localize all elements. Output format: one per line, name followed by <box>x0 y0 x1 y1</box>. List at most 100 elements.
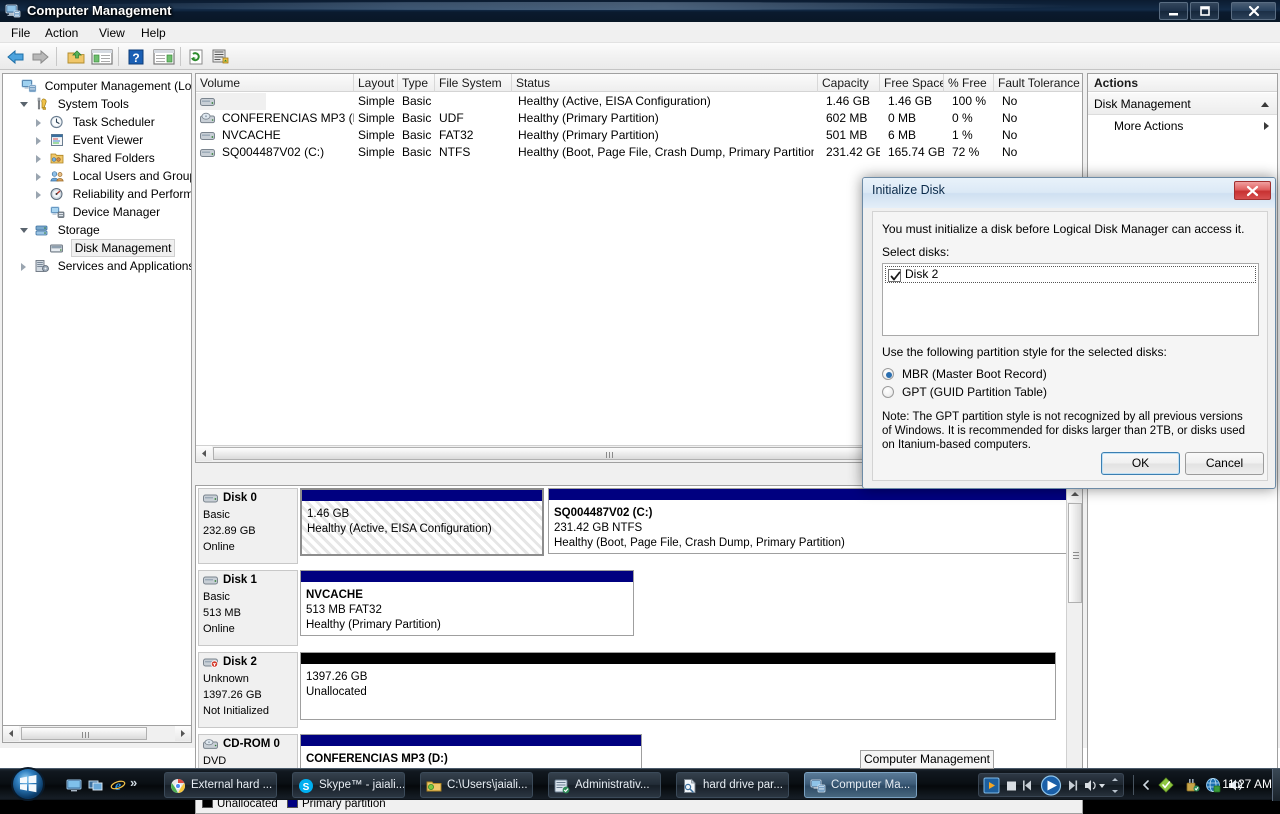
quick-launch-overflow-icon[interactable]: » <box>130 775 137 790</box>
cancel-button[interactable]: Cancel <box>1185 452 1264 475</box>
disk-row-disk0[interactable]: Disk 0 Basic 232.89 GB Online 1.46 GB He… <box>196 486 1082 568</box>
disk-view-vertical-scrollbar[interactable] <box>1066 486 1082 791</box>
disk-info-disk0[interactable]: Disk 0 Basic 232.89 GB Online <box>198 488 298 564</box>
scrollbar-thumb[interactable] <box>1068 503 1082 603</box>
taskbar-button-external-hard[interactable]: External hard ... <box>164 772 277 798</box>
actions-group-disk-management[interactable]: Disk Management <box>1088 93 1277 115</box>
taskbar-button-computer-management[interactable]: Computer Ma... <box>804 772 917 798</box>
disk2-checkbox[interactable] <box>888 269 901 282</box>
tree-item-event-viewer[interactable]: Event Viewer <box>5 131 191 149</box>
export-list-icon[interactable] <box>210 47 232 67</box>
up-folder-icon[interactable] <box>65 47 87 67</box>
chevron-right-icon[interactable] <box>1264 122 1269 130</box>
tree-item-task-scheduler[interactable]: Task Scheduler <box>5 113 191 131</box>
taskbar-button-administrative[interactable]: Administrativ... <box>548 772 661 798</box>
radio-gpt-indicator[interactable] <box>882 386 894 398</box>
action-center-icon[interactable] <box>1158 777 1174 793</box>
scroll-left-button[interactable] <box>196 446 212 461</box>
twisty-open[interactable] <box>18 221 31 239</box>
disk-info-disk1[interactable]: Disk 1 Basic 513 MB Online <box>198 570 298 646</box>
column-header-volume[interactable]: Volume <box>196 74 354 92</box>
maximize-restore-button[interactable] <box>1190 2 1219 20</box>
list-item-disk2[interactable]: Disk 2 <box>885 266 1256 283</box>
disk-partitions-disk0: 1.46 GB Healthy (Active, EISA Configurat… <box>300 488 1082 560</box>
close-button[interactable] <box>1231 2 1276 20</box>
column-header-layout[interactable]: Layout <box>354 74 398 92</box>
tree-item-device-manager[interactable]: Device Manager <box>5 203 191 221</box>
column-header-freespace[interactable]: Free Space <box>880 74 944 92</box>
column-header-status[interactable]: Status <box>512 74 818 92</box>
scroll-left-button[interactable] <box>3 726 19 741</box>
show-hide-action-pane-icon[interactable] <box>152 47 175 67</box>
scroll-right-button[interactable] <box>175 726 191 741</box>
tree-item-system-tools[interactable]: System Tools <box>5 95 191 113</box>
show-desktop-icon[interactable] <box>66 777 82 793</box>
column-header-capacity[interactable]: Capacity <box>818 74 880 92</box>
twisty-closed[interactable] <box>33 131 46 149</box>
windows-media-player-toolbar[interactable] <box>978 773 1124 797</box>
menu-file[interactable]: File <box>4 25 37 41</box>
column-header-faulttolerance[interactable]: Fault Tolerance <box>994 74 1082 92</box>
tree-item-local-users-groups[interactable]: Local Users and Groups <box>5 167 191 185</box>
show-hide-console-tree-icon[interactable] <box>90 47 113 67</box>
tree-item-shared-folders[interactable]: Shared Folders <box>5 149 191 167</box>
table-row[interactable]: CONFERENCIAS MP3 (D:) Simple Basic UDF H… <box>196 110 1082 127</box>
menu-view[interactable]: View <box>92 25 132 41</box>
taskbar-button-explorer[interactable]: C:\Users\jaiali... <box>420 772 533 798</box>
console-tree[interactable]: Computer Management (Local System Tools … <box>2 73 192 726</box>
partition-eisa[interactable]: 1.46 GB Healthy (Active, EISA Configurat… <box>300 488 544 556</box>
menu-help[interactable]: Help <box>134 25 173 41</box>
twisty-open[interactable] <box>18 95 31 113</box>
twisty-closed[interactable] <box>33 149 46 167</box>
tree-horizontal-scrollbar[interactable] <box>2 726 192 743</box>
table-row[interactable]: NVCACHE Simple Basic FAT32 Healthy (Prim… <box>196 127 1082 144</box>
radio-mbr-indicator[interactable] <box>882 368 894 380</box>
radio-option-gpt[interactable]: GPT (GUID Partition Table) <box>882 383 1047 401</box>
taskbar-button-skype[interactable]: S Skype™ - jaiali... <box>292 772 405 798</box>
disk-row-disk2[interactable]: Disk 2 Unknown 1397.26 GB Not Initialize… <box>196 650 1068 732</box>
show-desktop-button[interactable] <box>1272 769 1280 801</box>
minimize-button[interactable] <box>1159 2 1188 20</box>
switch-windows-icon[interactable] <box>88 777 104 793</box>
tree-item-reliability-performance[interactable]: Reliability and Performa <box>5 185 191 203</box>
scrollbar-thumb[interactable] <box>21 727 147 740</box>
help-icon[interactable]: ? <box>126 47 148 67</box>
ok-button[interactable]: OK <box>1101 452 1180 475</box>
network-icon[interactable] <box>1205 777 1221 793</box>
column-header-filesystem[interactable]: File System <box>435 74 512 92</box>
refresh-icon[interactable] <box>186 47 208 67</box>
taskbar-clock[interactable]: 11:27 AM <box>1222 777 1272 791</box>
disk-info-disk2[interactable]: Disk 2 Unknown 1397.26 GB Not Initialize… <box>198 652 298 728</box>
radio-option-mbr[interactable]: MBR (Master Boot Record) <box>882 365 1047 383</box>
menu-action[interactable]: Action <box>38 25 85 41</box>
column-header-type[interactable]: Type <box>398 74 435 92</box>
tree-item-storage[interactable]: Storage <box>5 221 191 239</box>
column-header-percentfree[interactable]: % Free <box>944 74 994 92</box>
dialog-close-button[interactable] <box>1234 181 1271 200</box>
table-row[interactable]: SQ004487V02 (C:) Simple Basic NTFS Healt… <box>196 144 1082 161</box>
disk-listbox[interactable]: Disk 2 <box>882 263 1259 336</box>
sidebar-item-disk-management[interactable]: Disk Management <box>5 239 191 257</box>
disk-row-disk1[interactable]: Disk 1 Basic 513 MB Online NVCACHE 513 M… <box>196 568 1068 650</box>
twisty-closed[interactable] <box>33 167 46 185</box>
taskbar-button-hard-drive-par[interactable]: hard drive par... <box>676 772 789 798</box>
tree-label: Computer Management (Local <box>44 79 192 93</box>
disk-graphical-view[interactable]: Disk 0 Basic 232.89 GB Online 1.46 GB He… <box>195 485 1083 792</box>
partition-c-drive[interactable]: SQ004487V02 (C:) 231.42 GB NTFS Healthy … <box>548 488 1082 554</box>
twisty-closed[interactable] <box>18 257 31 275</box>
twisty-closed[interactable] <box>33 185 46 203</box>
table-row[interactable]: Simple Basic Healthy (Active, EISA Confi… <box>196 93 1082 110</box>
action-more-actions[interactable]: More Actions <box>1088 116 1277 136</box>
tray-overflow-chevron-icon[interactable] <box>1140 777 1156 793</box>
twisty-closed[interactable] <box>33 113 46 131</box>
start-button[interactable] <box>2 766 54 802</box>
safely-remove-hardware-icon[interactable] <box>1184 777 1200 793</box>
back-arrow-icon[interactable] <box>5 47 27 67</box>
tree-item-computer-management[interactable]: Computer Management (Local <box>5 77 191 95</box>
forward-arrow-icon[interactable] <box>29 47 51 67</box>
partition-nvcache[interactable]: NVCACHE 513 MB FAT32 Healthy (Primary Pa… <box>300 570 634 636</box>
partition-unallocated[interactable]: 1397.26 GB Unallocated <box>300 652 1056 720</box>
tree-item-services-applications[interactable]: Services and Applications <box>5 257 191 275</box>
chevron-up-icon[interactable] <box>1261 102 1269 107</box>
internet-explorer-icon[interactable]: e <box>110 777 126 794</box>
